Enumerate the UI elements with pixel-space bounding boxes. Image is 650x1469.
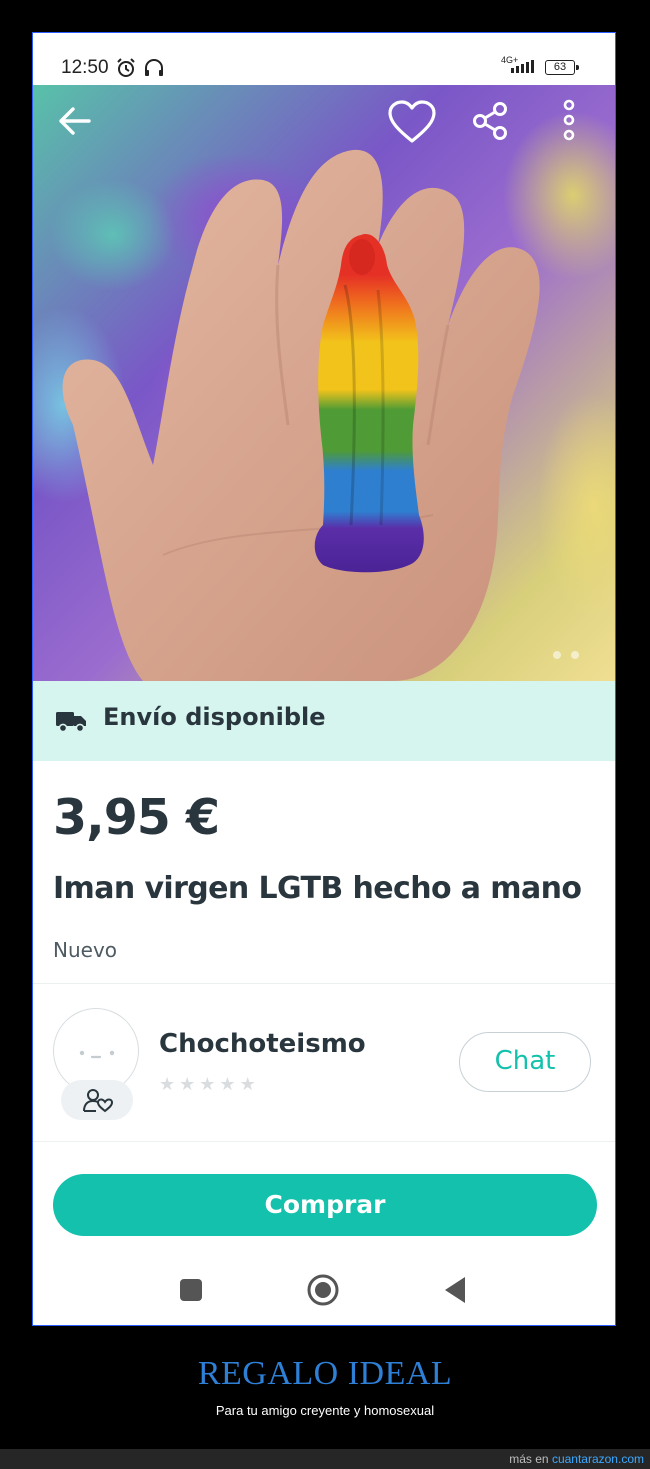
- image-pager: [553, 651, 579, 659]
- star-icon: ★: [159, 1074, 176, 1095]
- chat-button[interactable]: Chat: [459, 1032, 591, 1092]
- battery-indicator: 63: [545, 60, 579, 75]
- shipping-label: Envío disponible: [103, 703, 326, 731]
- back-nav-icon[interactable]: [443, 1276, 467, 1308]
- phone-screen: 12:50 4G+ 63 Envío disponible 3,95 € Ima…: [32, 32, 616, 1326]
- product-condition: Nuevo: [53, 938, 118, 962]
- star-icon: ★: [179, 1074, 196, 1095]
- status-time: 12:50: [61, 57, 109, 78]
- pager-dot[interactable]: [571, 651, 579, 659]
- divider: [33, 983, 615, 984]
- pager-dot[interactable]: [553, 651, 561, 659]
- product-title: Iman virgen LGTB hecho a mano: [53, 871, 582, 906]
- hand-figurine-illustration: [62, 149, 540, 681]
- caption-subtitle: Para tu amigo creyente y homosexual: [215, 1403, 435, 1418]
- footer-link[interactable]: cuantarazon.com: [552, 1452, 644, 1466]
- footer-prefix: más en: [509, 1452, 552, 1466]
- product-image[interactable]: [33, 85, 615, 681]
- seller-name[interactable]: Chochoteismo: [159, 1029, 366, 1059]
- divider: [33, 1141, 615, 1142]
- system-nav-bar: [33, 1253, 615, 1325]
- person-heart-icon: [82, 1087, 114, 1117]
- star-icon: ★: [199, 1074, 216, 1095]
- recents-icon[interactable]: [179, 1278, 203, 1306]
- star-icon: ★: [219, 1074, 236, 1095]
- follow-seller-badge[interactable]: [61, 1080, 133, 1120]
- home-icon[interactable]: [306, 1273, 340, 1311]
- truck-icon: [55, 708, 87, 738]
- star-icon: ★: [239, 1074, 256, 1095]
- seller-rating: ★ ★ ★ ★ ★: [159, 1076, 256, 1094]
- headset-icon: [143, 57, 165, 83]
- shipping-banner: Envío disponible: [33, 681, 615, 761]
- signal-icon: [511, 59, 539, 79]
- status-bar: 12:50 4G+ 63: [33, 33, 615, 85]
- product-price: 3,95 €: [53, 789, 220, 846]
- caption-title: REGALO IDEAL: [197, 1355, 453, 1392]
- alarm-icon: [115, 57, 137, 83]
- buy-button[interactable]: Comprar: [53, 1174, 597, 1236]
- footer-bar: más en cuantarazon.com: [0, 1449, 650, 1469]
- footer-text: más en cuantarazon.com: [509, 1452, 644, 1466]
